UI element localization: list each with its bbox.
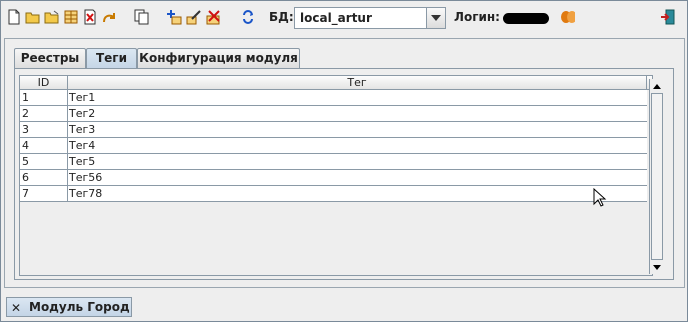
cell-tag: Тег78 [69,187,103,200]
login-label: Логин: [454,10,500,24]
cell-tag: Тег5 [69,155,96,168]
add-icon[interactable] [166,9,182,25]
tags-tab-content: ID Тег 1 Тег1 2 Тег2 3 Тег3 4 Тег4 5 Тег5 6 Те… [14,68,674,280]
scroll-down-icon[interactable] [650,260,664,274]
cell-id: 5 [20,154,68,169]
main-panel: Реестры Теги Конфигурация модуля ID Тег … [4,38,685,288]
tags-table: ID Тег 1 Тег1 2 Тег2 3 Тег3 4 Тег4 5 Тег5 6 Те… [19,75,653,276]
refresh-icon[interactable] [240,9,256,25]
table-icon[interactable] [63,9,79,25]
open-folder-alt-icon[interactable] [44,9,60,25]
cell-id: 3 [20,122,68,137]
scroll-track[interactable] [651,93,663,260]
table-row[interactable]: 5 Тег5 [20,154,647,170]
cell-tag: Тег3 [69,123,96,136]
table-row[interactable]: 7 Тег78 [20,186,647,202]
column-header-id[interactable]: ID [20,76,68,89]
exit-icon[interactable] [660,9,676,25]
table-row[interactable]: 6 Тег56 [20,170,647,186]
table-header: ID Тег [20,76,652,90]
undo-icon[interactable] [101,9,117,25]
cell-id: 6 [20,170,68,185]
db-label: БД: [269,10,294,24]
cell-tag: Тег56 [69,171,103,184]
table-row[interactable]: 1 Тег1 [20,90,647,106]
tab-registries[interactable]: Реестры [14,48,86,68]
cell-tag: Тег1 [69,91,96,104]
tab-module-config[interactable]: Конфигурация модуля [137,48,300,68]
close-icon[interactable]: ✕ [11,301,21,315]
cell-tag: Тег2 [69,107,96,120]
delete-icon[interactable] [82,9,98,25]
new-file-icon[interactable] [6,9,22,25]
cell-id: 1 [20,90,68,105]
db-select[interactable]: local_artur [294,7,446,29]
table-row[interactable]: 3 Тег3 [20,122,647,138]
table-row[interactable]: 4 Тег4 [20,138,647,154]
copy-icon[interactable] [134,9,150,25]
cell-id: 4 [20,138,68,153]
table-body: 1 Тег1 2 Тег2 3 Тег3 4 Тег4 5 Тег5 6 Тег56 7 Те… [20,90,647,202]
cell-id: 7 [20,186,68,201]
user-icon[interactable] [559,9,575,25]
scroll-up-icon[interactable] [650,79,664,93]
edit-icon[interactable] [186,9,202,25]
table-row[interactable]: 2 Тег2 [20,106,647,122]
vertical-scrollbar[interactable] [649,79,664,274]
column-header-tag[interactable]: Тег [68,76,647,89]
cell-tag: Тег4 [69,139,96,152]
chevron-down-icon[interactable] [426,8,445,28]
module-tab[interactable]: ✕ Модуль Город [6,297,132,317]
open-folder-icon[interactable] [25,9,41,25]
db-value: local_artur [300,11,372,25]
login-value-masked [503,13,549,24]
mouse-cursor-icon [593,188,607,207]
module-tab-label: Модуль Город [29,300,130,314]
toolbar: БД: local_artur Логин: [6,6,682,30]
cancel-icon[interactable] [206,9,222,25]
tab-tags[interactable]: Теги [86,48,137,69]
cell-id: 2 [20,106,68,121]
